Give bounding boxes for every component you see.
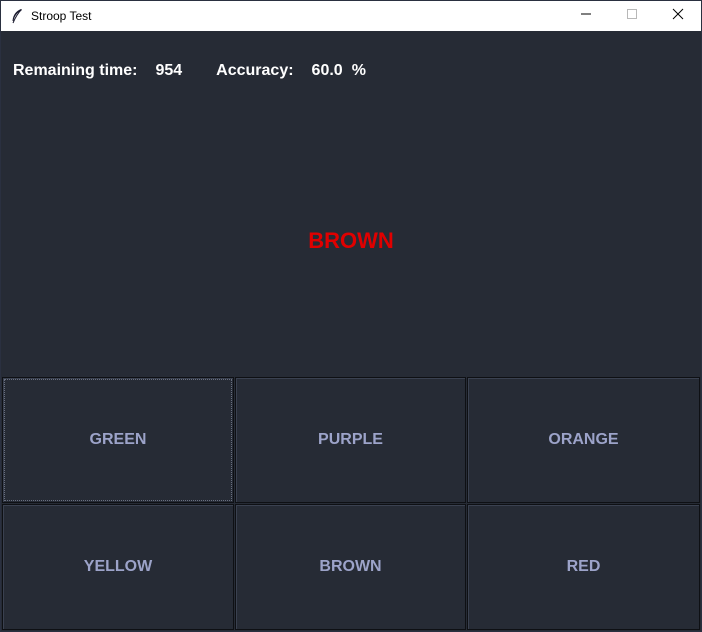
choice-grid: GREEN PURPLE ORANGE YELLOW BROWN RED <box>2 377 700 630</box>
choice-button-green[interactable]: GREEN <box>2 377 234 503</box>
minimize-icon <box>580 7 592 25</box>
maximize-button[interactable] <box>609 1 655 31</box>
choice-button-brown[interactable]: BROWN <box>235 504 466 630</box>
remaining-time-value: 954 <box>155 62 183 79</box>
close-icon <box>672 7 684 25</box>
window-title: Stroop Test <box>31 9 92 23</box>
feather-icon <box>9 8 25 24</box>
accuracy-unit: % <box>351 62 366 79</box>
choice-button-red[interactable]: RED <box>467 504 700 630</box>
window-controls <box>563 1 701 31</box>
accuracy-label: Accuracy: <box>216 62 294 79</box>
status-bar: Remaining time: 954 Accuracy: 60.0 % <box>13 62 366 80</box>
accuracy-value: 60.0 <box>311 62 343 79</box>
stroop-window: Stroop Test Remaining time: 954 Accuracy… <box>0 0 702 632</box>
choice-button-yellow[interactable]: YELLOW <box>2 504 234 630</box>
stimulus-word: BROWN <box>308 228 394 253</box>
remaining-time-label: Remaining time: <box>13 62 138 79</box>
close-button[interactable] <box>655 1 701 31</box>
minimize-button[interactable] <box>563 1 609 31</box>
choice-button-orange[interactable]: ORANGE <box>467 377 700 503</box>
content-area: Remaining time: 954 Accuracy: 60.0 % BRO… <box>1 31 701 631</box>
title-bar[interactable]: Stroop Test <box>1 1 701 31</box>
maximize-icon <box>626 7 638 25</box>
choice-button-purple[interactable]: PURPLE <box>235 377 466 503</box>
